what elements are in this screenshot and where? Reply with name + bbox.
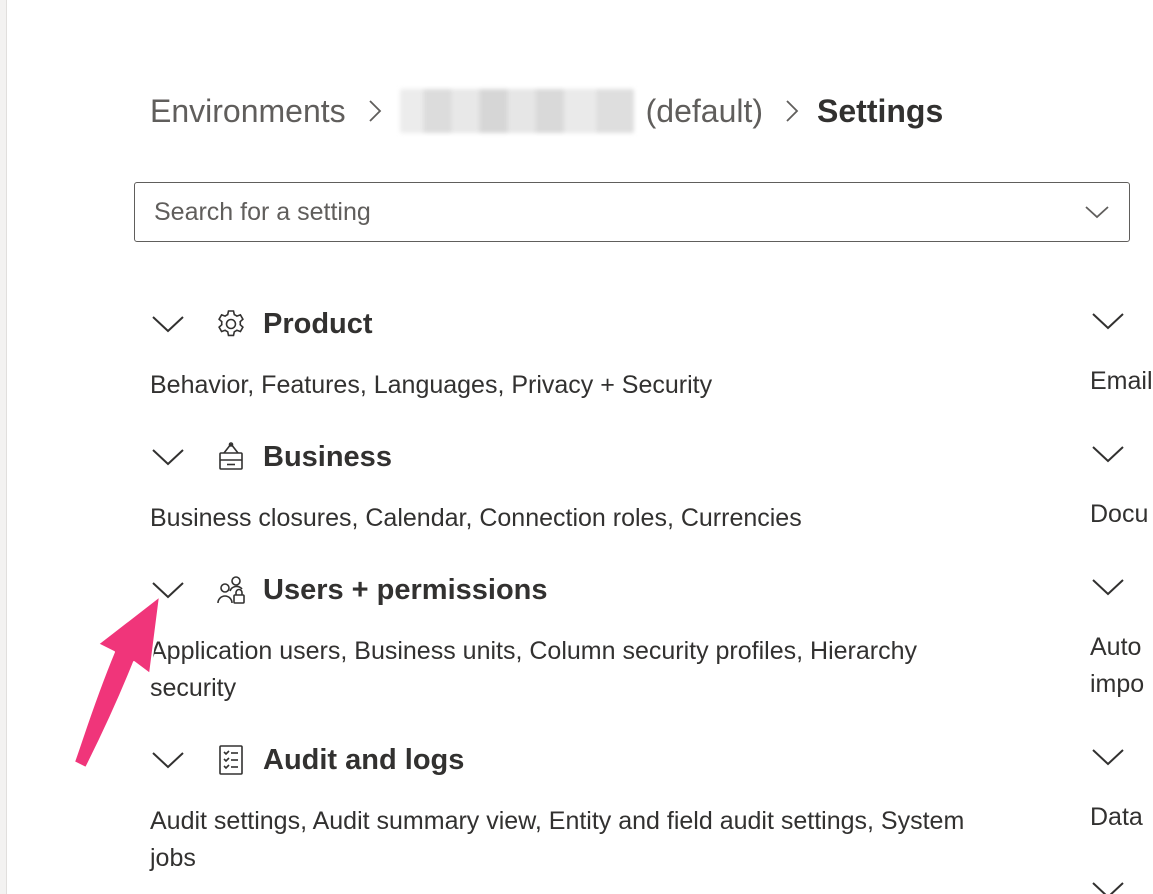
breadcrumb-environments[interactable]: Environments: [150, 93, 346, 130]
checklist-icon: [214, 743, 248, 777]
right-group-3: Auto impo: [1090, 569, 1153, 703]
chevron-down-icon[interactable]: [1090, 303, 1126, 339]
group-links[interactable]: Business closures, Calendar, Connection …: [150, 500, 1010, 537]
group-title[interactable]: Business: [263, 441, 392, 474]
settings-page: Environments (default) Settings Search f…: [0, 0, 1153, 894]
chevron-down-icon[interactable]: [150, 439, 186, 475]
right-group-4: Data: [1090, 739, 1153, 836]
right-group-2: Docu: [1090, 436, 1153, 533]
chevron-down-icon[interactable]: [1090, 872, 1126, 894]
chevron-down-icon[interactable]: [150, 306, 186, 342]
chevron-down-icon[interactable]: [150, 742, 186, 778]
gear-icon: [214, 307, 248, 341]
chevron-down-icon[interactable]: [1077, 192, 1117, 232]
right-group-5: [1090, 872, 1153, 894]
right-group-links[interactable]: Auto: [1090, 629, 1153, 666]
right-group-links[interactable]: Email: [1090, 363, 1153, 400]
settings-group-audit-logs: Audit and logs Audit settings, Audit sum…: [150, 735, 1030, 877]
chevron-right-icon: [785, 99, 799, 123]
right-group-links[interactable]: Docu: [1090, 496, 1153, 533]
left-nav-edge: [0, 0, 7, 894]
group-links[interactable]: Application users, Business units, Colum…: [150, 633, 1010, 707]
right-group-links[interactable]: Data: [1090, 799, 1153, 836]
search-combobox[interactable]: [134, 182, 1130, 242]
group-links[interactable]: Behavior, Features, Languages, Privacy +…: [150, 367, 1010, 404]
settings-group-users-permissions: Users + permissions Application users, B…: [150, 565, 1030, 707]
right-group-links[interactable]: impo: [1090, 666, 1153, 703]
business-icon: [214, 440, 248, 474]
chevron-right-icon: [368, 99, 382, 123]
settings-group-business: Business Business closures, Calendar, Co…: [150, 432, 1030, 537]
chevron-down-icon[interactable]: [1090, 436, 1126, 472]
right-group-1: Email: [1090, 303, 1153, 400]
breadcrumb-current: Settings: [817, 92, 944, 129]
breadcrumb: Environments (default) Settings: [150, 88, 943, 134]
group-title[interactable]: Product: [263, 308, 373, 341]
settings-group-product: Product Behavior, Features, Languages, P…: [150, 299, 1030, 404]
chevron-down-icon[interactable]: [1090, 739, 1126, 775]
search-input[interactable]: [152, 191, 1077, 233]
chevron-down-icon[interactable]: [1090, 569, 1126, 605]
users-lock-icon: [214, 573, 248, 607]
group-title[interactable]: Users + permissions: [263, 574, 548, 607]
redacted-environment-name: [399, 89, 634, 133]
chevron-down-icon[interactable]: [150, 572, 186, 608]
breadcrumb-environment[interactable]: (default): [399, 89, 764, 133]
group-links[interactable]: Audit settings, Audit summary view, Enti…: [150, 803, 1010, 877]
breadcrumb-environment-suffix: (default): [645, 92, 764, 129]
group-title[interactable]: Audit and logs: [263, 744, 464, 777]
